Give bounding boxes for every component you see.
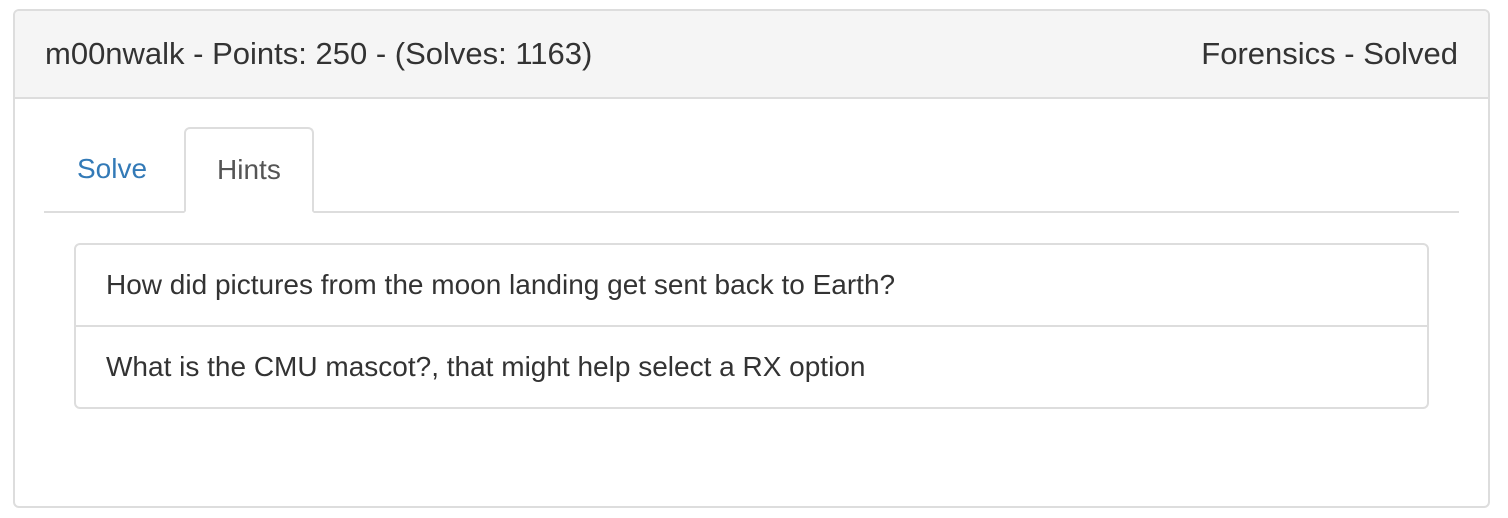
- tab-bar: Solve Hints: [44, 127, 1459, 213]
- hint-list: How did pictures from the moon landing g…: [74, 243, 1429, 409]
- hint-item: How did pictures from the moon landing g…: [106, 269, 896, 300]
- tab-hints[interactable]: Hints: [184, 127, 314, 213]
- tab-solve[interactable]: Solve: [44, 127, 180, 211]
- hint-item: What is the CMU mascot?, that might help…: [76, 325, 1427, 407]
- challenge-panel: m00nwalk - Points: 250 - (Solves: 1163) …: [13, 9, 1490, 508]
- challenge-title: m00nwalk - Points: 250 - (Solves: 1163): [45, 36, 593, 71]
- hints-tab-content: How did pictures from the moon landing g…: [44, 213, 1459, 409]
- challenge-body: Solve Hints How did pictures from the mo…: [15, 99, 1488, 409]
- challenge-header[interactable]: m00nwalk - Points: 250 - (Solves: 1163) …: [15, 11, 1488, 99]
- challenge-category-status: Forensics - Solved: [1201, 36, 1458, 71]
